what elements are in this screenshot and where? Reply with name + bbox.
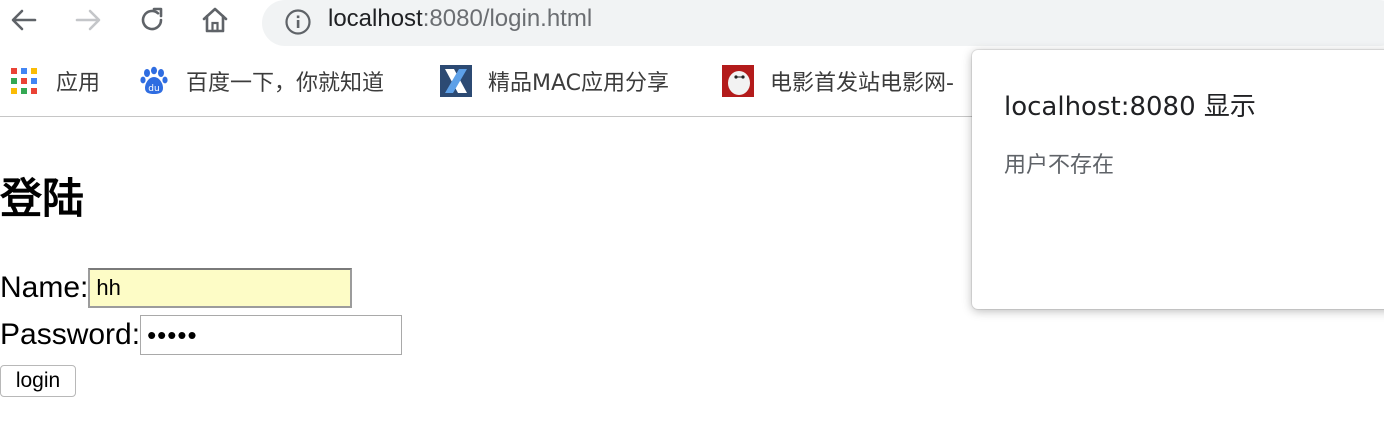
bookmark-apps[interactable]: 应用 bbox=[8, 66, 100, 96]
apps-grid-icon bbox=[8, 65, 40, 97]
browser-toolbar: localhost:8080/login.html bbox=[0, 0, 1384, 46]
login-button[interactable]: login bbox=[0, 365, 76, 397]
bookmark-label: 电影首发站电影网- bbox=[770, 71, 954, 96]
home-button[interactable] bbox=[197, 2, 233, 38]
url-text: localhost:8080/login.html bbox=[328, 5, 592, 33]
bookmark-baidu[interactable]: du 百度一下，你就知道 bbox=[138, 66, 384, 96]
name-row: Name: hh bbox=[0, 268, 353, 308]
x-logo-icon bbox=[440, 65, 472, 97]
password-row: Password: ••••• bbox=[0, 315, 403, 355]
password-label: Password: bbox=[0, 318, 141, 351]
info-icon[interactable] bbox=[284, 8, 312, 36]
forward-button[interactable] bbox=[70, 2, 106, 38]
page-title: 登陆 bbox=[0, 174, 85, 223]
back-button[interactable] bbox=[6, 2, 42, 38]
bookmark-movie-site[interactable]: 电影首发站电影网- bbox=[722, 65, 954, 97]
bookmark-label: 精品MAC应用分享 bbox=[488, 71, 670, 96]
url-path: :8080/login.html bbox=[422, 5, 593, 32]
name-input[interactable]: hh bbox=[88, 268, 353, 308]
password-input-value: ••••• bbox=[147, 319, 198, 350]
baidu-paw-icon: du bbox=[138, 65, 170, 97]
reload-button[interactable] bbox=[134, 2, 170, 38]
forward-arrow-icon bbox=[75, 9, 101, 31]
name-input-value: hh bbox=[96, 275, 121, 300]
reload-icon bbox=[141, 7, 163, 31]
address-bar[interactable]: localhost:8080/login.html bbox=[262, 0, 1384, 46]
bookmark-label: 百度一下，你就知道 bbox=[186, 71, 385, 96]
url-host: localhost bbox=[328, 5, 423, 32]
movie-site-icon bbox=[722, 65, 754, 97]
back-arrow-icon bbox=[11, 9, 37, 31]
bookmark-label: 应用 bbox=[56, 71, 101, 96]
password-input[interactable]: ••••• bbox=[140, 315, 403, 355]
home-icon bbox=[202, 7, 228, 33]
alert-title: localhost:8080 显示 bbox=[1004, 92, 1256, 122]
bookmark-mac-apps[interactable]: 精品MAC应用分享 bbox=[440, 65, 670, 97]
alert-dialog: localhost:8080 显示 用户不存在 bbox=[972, 50, 1384, 309]
name-label: Name: bbox=[0, 271, 89, 304]
alert-message: 用户不存在 bbox=[1004, 153, 1115, 178]
svg-text:du: du bbox=[148, 84, 159, 94]
